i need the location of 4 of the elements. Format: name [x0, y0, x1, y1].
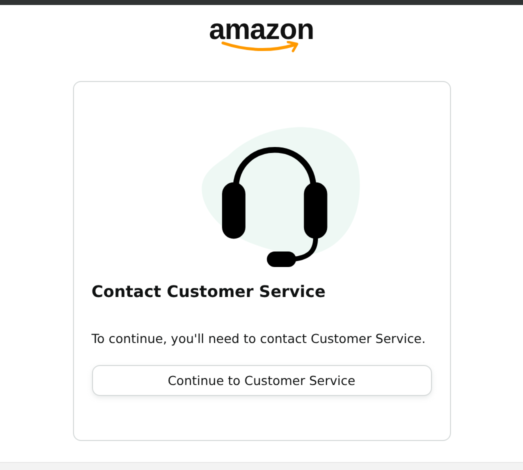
- logo-text: amazon: [209, 15, 314, 45]
- instruction-text: To continue, you'll need to contact Customer Service.: [92, 330, 426, 348]
- continue-button[interactable]: Continue to Customer Service: [92, 365, 432, 396]
- card-title: Contact Customer Service: [92, 281, 327, 303]
